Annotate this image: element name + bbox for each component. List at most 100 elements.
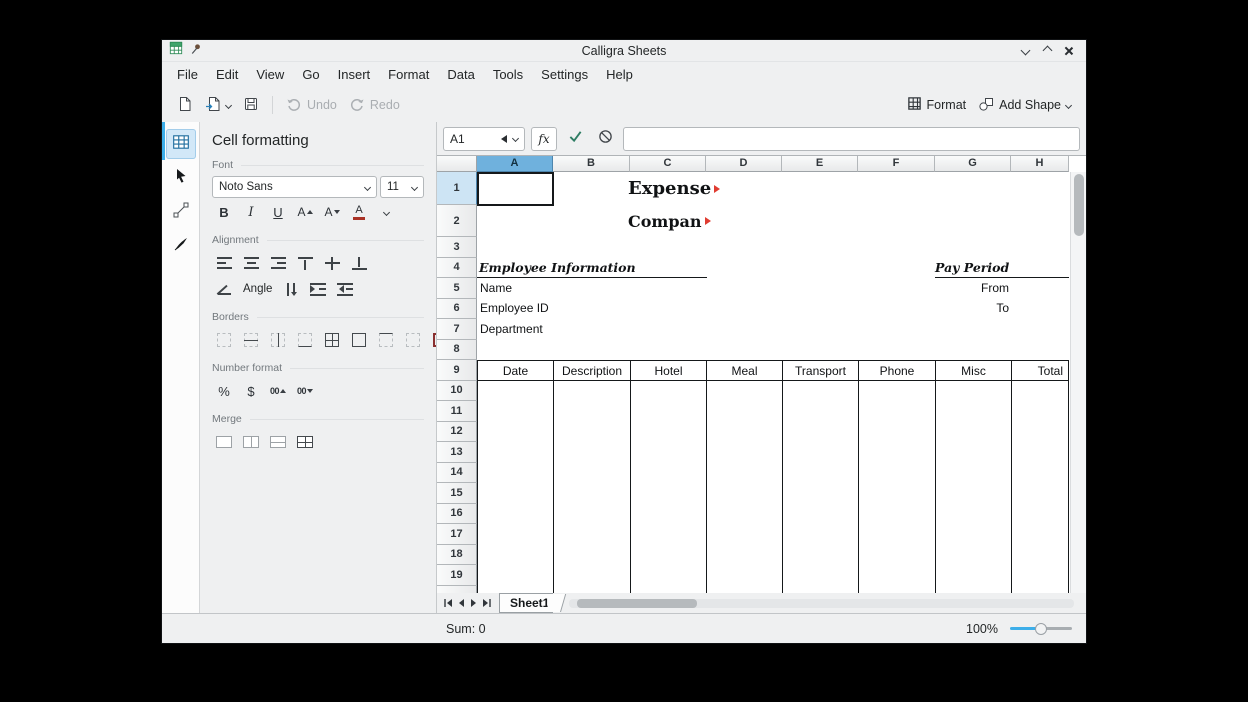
table-header-meal[interactable]: Meal bbox=[706, 360, 783, 381]
pin-icon[interactable] bbox=[190, 42, 202, 60]
menu-go[interactable]: Go bbox=[293, 62, 328, 88]
table-header-transport[interactable]: Transport bbox=[782, 360, 859, 381]
tab-sheet1[interactable]: Sheet1 bbox=[499, 593, 553, 613]
menu-settings[interactable]: Settings bbox=[532, 62, 597, 88]
shape-selection-tool-button[interactable] bbox=[166, 163, 196, 193]
row-header-8[interactable]: 8 bbox=[437, 340, 477, 361]
font-more-button[interactable] bbox=[374, 200, 398, 224]
border-bottom-button[interactable] bbox=[293, 328, 317, 352]
menu-tools[interactable]: Tools bbox=[484, 62, 532, 88]
dissociate-cells-button[interactable] bbox=[293, 430, 317, 454]
first-sheet-button[interactable] bbox=[441, 595, 454, 611]
column-header-c[interactable]: C bbox=[630, 156, 706, 172]
text-color-button[interactable]: A bbox=[347, 200, 371, 224]
row-header-13[interactable]: 13 bbox=[437, 442, 477, 463]
currency-format-button[interactable]: $ bbox=[239, 379, 263, 403]
connector-tool-button[interactable] bbox=[166, 197, 196, 227]
row-header-5[interactable]: 5 bbox=[437, 278, 477, 299]
last-sheet-button[interactable] bbox=[480, 595, 493, 611]
select-all-corner[interactable] bbox=[437, 156, 477, 172]
cell-name-label[interactable]: Name bbox=[480, 278, 512, 298]
rotate-angle-button[interactable] bbox=[212, 277, 236, 301]
zoom-slider[interactable] bbox=[1010, 622, 1072, 635]
border-remove-button[interactable] bbox=[401, 328, 425, 352]
vertical-scrollbar[interactable] bbox=[1070, 172, 1086, 593]
previous-sheet-button[interactable] bbox=[454, 595, 467, 611]
row-header-4[interactable]: 4 bbox=[437, 258, 477, 279]
open-document-button[interactable] bbox=[200, 92, 236, 118]
cell-employee-information[interactable]: Employee Information bbox=[479, 258, 636, 277]
border-vertical-button[interactable] bbox=[266, 328, 290, 352]
table-header-description[interactable]: Description bbox=[553, 360, 631, 381]
row-header-9[interactable]: 9 bbox=[437, 360, 477, 381]
grow-font-button[interactable]: A bbox=[293, 200, 317, 224]
column-header-a[interactable]: A bbox=[477, 156, 553, 172]
redo-button[interactable]: Redo bbox=[344, 92, 405, 118]
border-all-button[interactable] bbox=[320, 328, 344, 352]
column-header-f[interactable]: F bbox=[858, 156, 935, 172]
table-header-hotel[interactable]: Hotel bbox=[630, 360, 707, 381]
cell-expense-title[interactable]: Expense bbox=[628, 172, 720, 205]
border-none-button[interactable] bbox=[212, 328, 236, 352]
increase-indent-button[interactable] bbox=[306, 277, 330, 301]
cell-department-label[interactable]: Department bbox=[480, 319, 543, 339]
cell-pay-period[interactable]: Pay Period bbox=[935, 258, 1009, 277]
maximize-button[interactable] bbox=[1038, 43, 1056, 59]
merge-cells-button[interactable] bbox=[212, 430, 236, 454]
cell-employee-id-label[interactable]: Employee ID bbox=[480, 298, 549, 318]
row-header-6[interactable]: 6 bbox=[437, 299, 477, 320]
column-header-d[interactable]: D bbox=[706, 156, 782, 172]
row-header-1[interactable]: 1 bbox=[437, 172, 477, 205]
new-document-button[interactable] bbox=[172, 92, 198, 118]
menu-help[interactable]: Help bbox=[597, 62, 642, 88]
formula-input[interactable] bbox=[623, 127, 1080, 151]
cell-company-name[interactable]: Compan bbox=[628, 205, 711, 237]
row-header-20[interactable] bbox=[437, 586, 477, 594]
merge-horizontally-button[interactable] bbox=[239, 430, 263, 454]
vertical-scrollbar-thumb[interactable] bbox=[1074, 174, 1084, 236]
row-header-16[interactable]: 16 bbox=[437, 504, 477, 525]
row-header-17[interactable]: 17 bbox=[437, 524, 477, 545]
merge-vertically-button[interactable] bbox=[266, 430, 290, 454]
table-header-misc[interactable]: Misc bbox=[935, 360, 1012, 381]
zoom-slider-handle[interactable] bbox=[1035, 623, 1047, 635]
save-button[interactable] bbox=[238, 92, 264, 118]
menu-format[interactable]: Format bbox=[379, 62, 438, 88]
menu-edit[interactable]: Edit bbox=[207, 62, 247, 88]
menu-file[interactable]: File bbox=[168, 62, 207, 88]
cell-tool-button[interactable] bbox=[166, 129, 196, 159]
align-middle-button[interactable] bbox=[320, 251, 344, 275]
cell-reference-box[interactable]: A1 bbox=[443, 127, 525, 151]
cell-from-label[interactable]: From bbox=[935, 278, 1009, 298]
bold-button[interactable]: B bbox=[212, 200, 236, 224]
align-bottom-button[interactable] bbox=[347, 251, 371, 275]
menu-data[interactable]: Data bbox=[438, 62, 483, 88]
table-header-date[interactable]: Date bbox=[477, 360, 554, 381]
add-shape-button[interactable]: Add Shape bbox=[973, 92, 1076, 118]
percent-format-button[interactable]: % bbox=[212, 379, 236, 403]
align-center-button[interactable] bbox=[239, 251, 263, 275]
table-header-phone[interactable]: Phone bbox=[858, 360, 936, 381]
align-top-button[interactable] bbox=[293, 251, 317, 275]
row-header-10[interactable]: 10 bbox=[437, 381, 477, 402]
column-header-e[interactable]: E bbox=[782, 156, 858, 172]
row-header-15[interactable]: 15 bbox=[437, 483, 477, 504]
align-right-button[interactable] bbox=[266, 251, 290, 275]
border-horizontal-button[interactable] bbox=[239, 328, 263, 352]
cell-to-label[interactable]: To bbox=[935, 298, 1009, 318]
next-sheet-button[interactable] bbox=[467, 595, 480, 611]
menu-view[interactable]: View bbox=[247, 62, 293, 88]
menu-insert[interactable]: Insert bbox=[329, 62, 380, 88]
calligraphy-tool-button[interactable] bbox=[166, 231, 196, 261]
border-color-button[interactable] bbox=[428, 328, 437, 352]
selected-cell-a1[interactable] bbox=[477, 172, 554, 206]
close-button[interactable] bbox=[1060, 43, 1078, 59]
italic-button[interactable]: I bbox=[239, 200, 263, 224]
align-left-button[interactable] bbox=[212, 251, 236, 275]
table-header-total[interactable]: Total bbox=[1011, 360, 1069, 381]
vertical-text-button[interactable] bbox=[279, 277, 303, 301]
column-header-g[interactable]: G bbox=[935, 156, 1011, 172]
format-button[interactable]: Format bbox=[902, 92, 972, 118]
minimize-button[interactable] bbox=[1016, 43, 1034, 59]
row-header-3[interactable]: 3 bbox=[437, 237, 477, 258]
